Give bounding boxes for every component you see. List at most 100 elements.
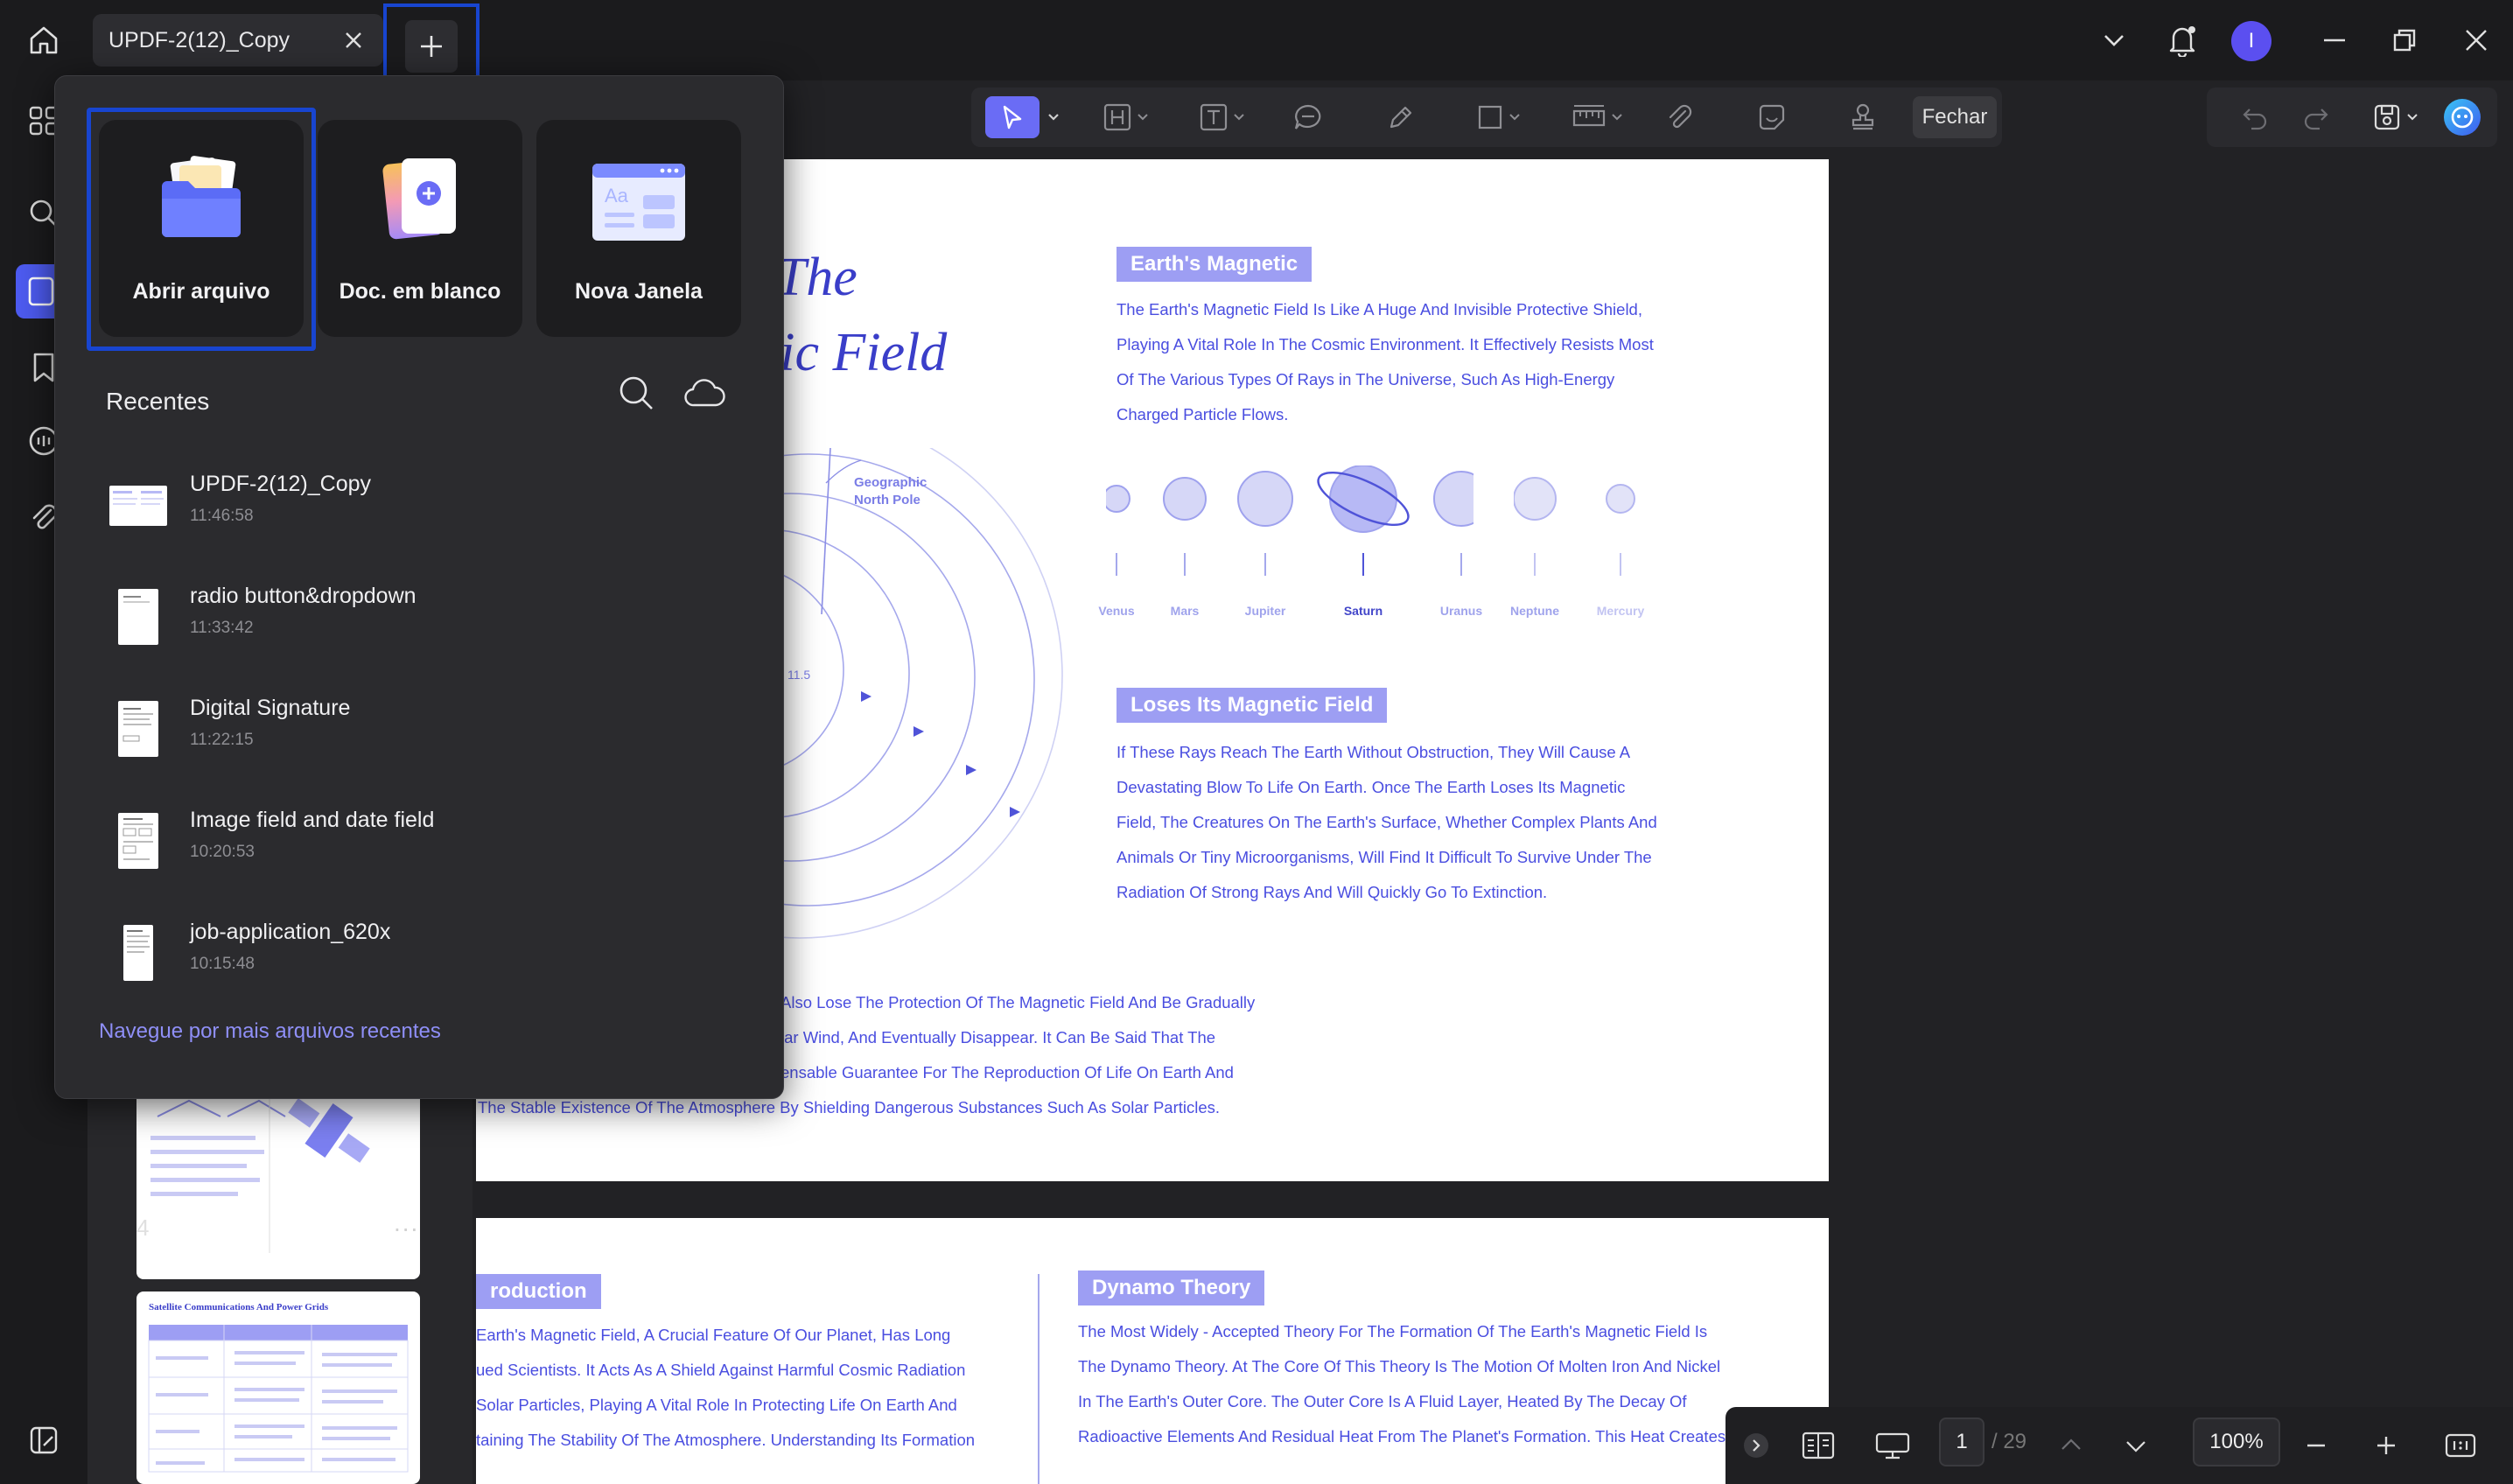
recent-file-item[interactable]: Image field and date field 10:20:53 <box>101 806 748 902</box>
paragraph-line: Of The Various Types Of Rays in The Univ… <box>1116 370 1615 388</box>
ai-assistant-icon[interactable] <box>2438 96 2487 138</box>
page-title-line-2: tic Field <box>765 323 948 382</box>
restore-window-icon[interactable] <box>2384 19 2426 61</box>
page-thumbnail-5[interactable]: Satellite Communications And Power Grids <box>136 1292 420 1484</box>
search-recent-icon[interactable] <box>613 370 659 416</box>
actual-size-icon[interactable] <box>2434 1423 2487 1468</box>
paragraph-line: lar Wind, And Eventually Disappear. It C… <box>780 1028 1216 1046</box>
plus-icon <box>405 20 458 73</box>
sticker-icon[interactable] <box>1750 96 1794 138</box>
fechar-button[interactable]: Fechar <box>1913 96 1997 138</box>
save-button[interactable] <box>2361 96 2431 138</box>
recent-file-name: job-application_620x <box>190 920 391 944</box>
thumbnail-more-icon[interactable]: ... <box>394 1209 419 1237</box>
previous-page-icon[interactable] <box>2049 1423 2093 1468</box>
paragraph-line: If These Rays Reach The Earth Without Ob… <box>1116 743 1631 761</box>
home-icon[interactable] <box>21 19 66 61</box>
section-header-intro: roduction <box>476 1274 601 1309</box>
more-recent-files-link[interactable]: Navegue por mais arquivos recentes <box>99 1019 441 1044</box>
paragraph-dynamo: The Most Widely - Accepted Theory For Th… <box>1078 1314 1726 1454</box>
sidebar-settings-icon[interactable] <box>19 1416 68 1465</box>
blank-doc-card[interactable]: Doc. em blanco <box>318 120 522 337</box>
page-thumbnail-4[interactable] <box>136 1087 420 1279</box>
recent-file-item[interactable]: Digital Signature 11:22:15 <box>101 694 748 790</box>
recent-file-item[interactable]: radio button&dropdown 11:33:42 <box>101 582 748 678</box>
select-tool-button[interactable] <box>985 96 1040 138</box>
minimize-icon[interactable] <box>2314 19 2356 61</box>
page-number-input[interactable]: 1 <box>1939 1418 1984 1466</box>
paragraph-earth: The Earth's Magnetic Field Is Like A Hug… <box>1116 292 1654 432</box>
zoom-level-input[interactable]: 100% <box>2193 1418 2280 1466</box>
cloud-icon[interactable] <box>682 370 727 416</box>
page-total-label: / 29 <box>1992 1430 2027 1453</box>
recent-file-time: 11:22:15 <box>190 731 254 749</box>
recent-file-item[interactable]: job-application_620x 10:15:48 <box>101 918 748 1014</box>
paragraph-line: The Most Widely - Accepted Theory For Th… <box>1078 1322 1708 1340</box>
close-window-icon[interactable] <box>2455 19 2497 61</box>
recent-file-time: 11:46:58 <box>190 507 254 525</box>
comment-tool-icon[interactable] <box>1286 96 1330 138</box>
recent-file-time: 10:20:53 <box>190 843 255 861</box>
presentation-icon[interactable] <box>1853 1423 1932 1468</box>
attach-file-icon[interactable] <box>1657 96 1701 138</box>
planets-diagram-right <box>1514 477 1635 576</box>
paragraph-line: Radiation Of Strong Rays And Will Quickl… <box>1116 883 1548 901</box>
planet-label: Mercury <box>1596 604 1645 618</box>
recent-file-time: 11:33:42 <box>190 619 254 637</box>
paragraph-line: Field, The Creatures On The Earth's Surf… <box>1116 813 1657 831</box>
recent-file-name: Image field and date field <box>190 808 435 832</box>
north-pole-label-line-1: Geographic <box>854 475 928 490</box>
stamp-icon[interactable] <box>1841 96 1885 138</box>
document-tab[interactable]: UPDF-2(12)_Copy <box>93 14 383 66</box>
shape-tool-button[interactable] <box>1468 96 1530 138</box>
zoom-in-icon[interactable] <box>2364 1423 2408 1468</box>
blank-doc-icon <box>382 158 456 240</box>
close-tab-icon[interactable] <box>340 26 368 54</box>
open-file-highlight <box>87 108 316 351</box>
paragraph-line: taining The Stability Of The Atmosphere.… <box>476 1431 976 1449</box>
chevron-down-icon[interactable] <box>2093 19 2135 61</box>
file-thumbnail <box>123 925 153 981</box>
section-header-earth: Earth's Magnetic <box>1116 247 1312 282</box>
planet-label: Mars <box>1170 604 1200 618</box>
text-tool-button[interactable] <box>1192 96 1253 138</box>
planet-label: Saturn <box>1343 604 1383 618</box>
planet-label: Uranus <box>1439 604 1483 618</box>
paragraph-line: The Earth's Magnetic Field Is Like A Hug… <box>1116 300 1642 318</box>
measure-tool-button[interactable] <box>1563 96 1633 138</box>
paragraph-line: Devastating Blow To Life On Earth. Once … <box>1116 778 1626 796</box>
file-thumbnail <box>118 813 158 869</box>
planets-diagram <box>1106 466 1474 576</box>
highlight-tool-button[interactable] <box>1096 96 1157 138</box>
paragraph-line: Solar Particles, Playing A Vital Role In… <box>476 1396 957 1414</box>
expand-nav-icon[interactable] <box>1734 1423 1778 1468</box>
document-tab-label: UPDF-2(12)_Copy <box>108 27 290 52</box>
pencil-tool-icon[interactable] <box>1379 96 1423 138</box>
select-tool-chevron-icon[interactable] <box>1043 96 1064 138</box>
zoom-out-icon[interactable] <box>2294 1423 2338 1468</box>
annotation-toolbar: Fechar <box>971 88 2002 147</box>
file-thumbnail <box>109 486 167 526</box>
column-divider <box>1038 1274 1040 1484</box>
undo-icon[interactable] <box>2233 96 2277 138</box>
paragraph-line: Animals Or Tiny Microorganisms, Will Fin… <box>1116 848 1652 866</box>
recent-file-item[interactable]: UPDF-2(12)_Copy 11:46:58 <box>101 470 748 566</box>
section-header-loses: Loses Its Magnetic Field <box>1116 688 1388 723</box>
title-bar: UPDF-2(12)_Copy I <box>0 0 2513 89</box>
paragraph-bottom-1: Also Lose The Protection Of The Magnetic… <box>780 985 1255 1090</box>
next-page-icon[interactable] <box>2114 1423 2158 1468</box>
new-window-label: Nova Janela <box>575 279 703 304</box>
document-page-2: roduction Earth's Magnetic Field, A Cruc… <box>476 1218 1829 1484</box>
paragraph-line: Charged Particle Flows. <box>1116 405 1289 424</box>
user-avatar[interactable]: I <box>2231 21 2272 61</box>
paragraph-line: The Dynamo Theory. At The Core Of This T… <box>1078 1357 1721 1376</box>
page-layout-icon[interactable] <box>1792 1423 1844 1468</box>
paragraph-line: ued Scientists. It Acts As A Shield Agai… <box>476 1361 966 1379</box>
paragraph-loses: If These Rays Reach The Earth Without Ob… <box>1116 735 1657 910</box>
new-window-card[interactable]: Aa Nova Janela <box>536 120 741 337</box>
planet-label: Jupiter <box>1244 604 1286 618</box>
new-window-icon: Aa <box>592 164 685 241</box>
notification-bell-icon[interactable] <box>2161 19 2203 61</box>
recent-file-name: UPDF-2(12)_Copy <box>190 472 372 496</box>
redo-icon[interactable] <box>2294 96 2338 138</box>
